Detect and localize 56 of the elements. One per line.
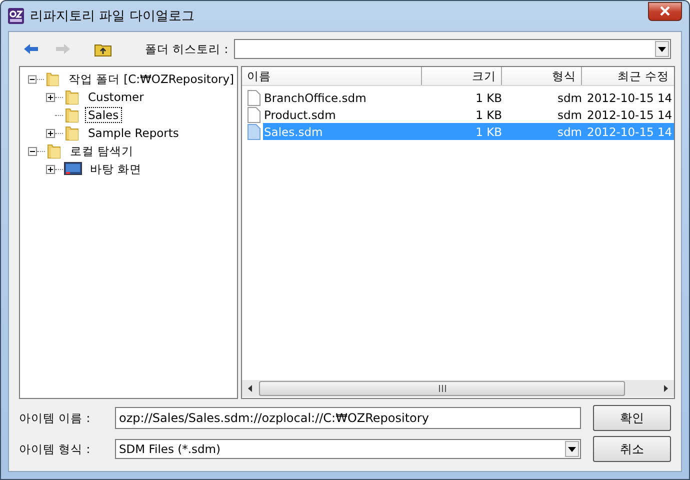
file-name: BranchOffice.sdm: [263, 90, 368, 104]
ok-button[interactable]: 확인: [593, 405, 671, 431]
window-title: 리파지토리 파일 다이얼로그: [30, 8, 196, 25]
file-type: sdm: [556, 90, 583, 104]
dropdown-arrow-icon: [568, 446, 576, 452]
file-size: 1 KB: [474, 90, 503, 104]
tree-item[interactable]: Sales: [85, 107, 122, 123]
cancel-button[interactable]: 취소: [593, 436, 671, 462]
left-arrow-icon: [23, 43, 39, 55]
close-icon: [659, 6, 671, 16]
app-logo-icon: [8, 8, 24, 24]
collapse-icon[interactable]: [28, 74, 37, 84]
folder-icon: [64, 125, 80, 141]
close-button[interactable]: [648, 2, 682, 20]
file-row[interactable]: Product.sdm 1 KB sdm 2012-10-15 14: [263, 106, 674, 123]
folder-icon: [46, 143, 62, 159]
tree-item[interactable]: Customer: [85, 89, 147, 105]
column-header[interactable]: 형식: [502, 67, 582, 85]
expand-icon[interactable]: [46, 128, 55, 138]
file-name: Product.sdm: [263, 108, 337, 122]
folder-icon: [64, 107, 80, 123]
tree-item[interactable]: Sample Reports: [85, 125, 182, 141]
document-icon: [247, 124, 261, 140]
item-name-field[interactable]: ozp://Sales/Sales.sdm://ozplocal://C:₩OZRepository: [115, 407, 582, 429]
history-dropdown[interactable]: [234, 39, 671, 59]
expand-icon[interactable]: [46, 164, 55, 174]
tree-item[interactable]: 로컬 탐색기: [67, 142, 137, 160]
item-type-dropdown[interactable]: SDM Files (*.sdm): [115, 439, 582, 459]
collapse-icon[interactable]: [28, 146, 37, 156]
file-type: sdm: [556, 108, 583, 122]
file-name: Sales.sdm: [263, 124, 324, 138]
folder-icon: [64, 89, 80, 105]
item-name-label: 아이템 이름 :: [19, 410, 92, 426]
file-size: 1 KB: [474, 108, 503, 122]
folder-icon: [45, 71, 60, 87]
column-header[interactable]: 이름: [242, 67, 422, 85]
tree-item[interactable]: 작업 폴더 [C:₩OZRepository]: [65, 70, 237, 88]
expand-icon[interactable]: [46, 92, 55, 102]
dropdown-arrow-icon: [658, 46, 666, 52]
file-size: 1 KB: [474, 124, 503, 138]
column-header[interactable]: 크기: [422, 67, 502, 85]
modified-date: 2012-10-15 14: [587, 108, 674, 122]
file-row[interactable]: BranchOffice.sdm 1 KB sdm 2012-10-15 14: [263, 89, 674, 106]
item-type-label: 아이템 형식 :: [19, 442, 92, 456]
folder-up-icon: [94, 42, 112, 56]
file-type: sdm: [556, 124, 583, 138]
right-arrow-icon: [55, 43, 71, 55]
modified-date: 2012-10-15 14: [587, 90, 674, 104]
monitor-icon: [64, 162, 82, 176]
modified-date: 2012-10-15 14: [587, 124, 674, 138]
document-icon: [247, 106, 261, 122]
history-label: 폴더 히스토리 :: [145, 42, 228, 56]
grip-icon: [438, 385, 446, 392]
document-icon: [247, 90, 261, 106]
tree-item[interactable]: 바탕 화면: [87, 160, 145, 178]
horizontal-scrollbar[interactable]: [242, 380, 674, 397]
